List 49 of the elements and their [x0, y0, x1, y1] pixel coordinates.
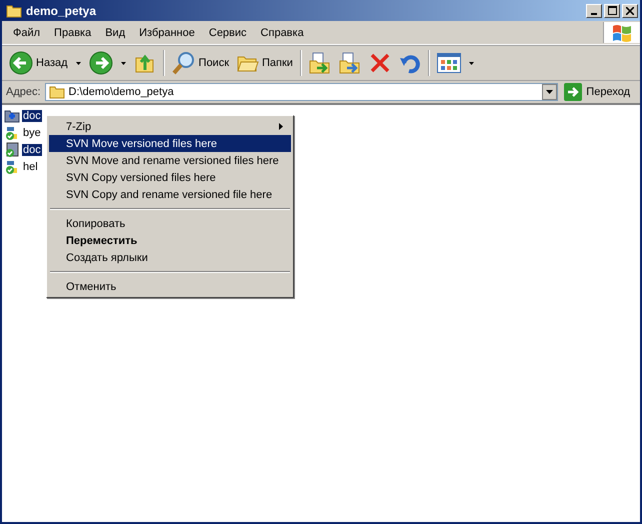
address-field[interactable]: D:\demo\demo_petya — [44, 83, 558, 101]
menu-item[interactable]: SVN Move versioned files here — [49, 135, 291, 152]
menu-item[interactable]: Создать ярлыки — [49, 249, 291, 266]
menu-item[interactable]: Копировать — [49, 215, 291, 232]
search-icon — [172, 51, 196, 75]
caret-icon — [120, 62, 126, 64]
menu-item[interactable]: Вид — [98, 26, 132, 38]
undo-icon — [398, 52, 421, 74]
caret-icon — [468, 62, 474, 64]
submenu-arrow-icon — [279, 123, 283, 130]
caret-icon — [76, 62, 81, 64]
close-button[interactable] — [622, 4, 638, 18]
close-icon — [626, 6, 634, 14]
copy-to-icon — [338, 52, 361, 74]
menu-item[interactable]: Справка — [254, 26, 311, 38]
minimize-icon — [591, 12, 597, 14]
go-button[interactable]: Переход — [562, 83, 636, 101]
maximize-button[interactable] — [604, 4, 620, 18]
window-title: demo_petya — [26, 4, 96, 18]
menu-item[interactable]: Файл — [6, 26, 48, 38]
search-button[interactable]: Поиск — [168, 48, 232, 78]
file-name[interactable]: hel — [22, 160, 39, 172]
minimize-button[interactable] — [586, 4, 602, 18]
menu-item[interactable]: SVN Copy versioned files here — [49, 169, 291, 186]
delete-icon — [368, 52, 391, 74]
file-name[interactable]: bye — [22, 126, 42, 138]
folder-icon — [4, 108, 20, 122]
menu-item[interactable]: SVN Copy and rename versioned file here — [49, 186, 291, 203]
menu-item[interactable]: Правка — [47, 26, 98, 38]
address-label: Адрес: — [6, 86, 41, 98]
views-icon — [436, 53, 461, 73]
back-button[interactable]: Назад — [6, 48, 71, 78]
menu-item[interactable]: Отменить — [49, 278, 291, 295]
menu-item[interactable]: Сервис — [202, 26, 254, 38]
file-name[interactable]: doc — [22, 110, 42, 122]
menu-item[interactable]: Переместить — [49, 232, 291, 249]
folder-icon — [48, 85, 65, 99]
dropdown-button[interactable] — [542, 84, 558, 100]
folder-icon — [6, 4, 22, 18]
caret-icon — [546, 90, 554, 94]
move-to-icon — [308, 52, 331, 74]
folders-button[interactable]: Папки — [234, 48, 296, 78]
menu-item[interactable]: 7-Zip — [49, 118, 291, 135]
address-text: D:\demo\demo_petya — [68, 86, 174, 98]
maximize-icon — [608, 6, 616, 15]
file-name[interactable]: doc — [22, 144, 42, 156]
menu-item[interactable]: Избранное — [132, 26, 202, 38]
menu-item[interactable]: SVN Move and rename versioned files here — [49, 152, 291, 169]
folder-up-icon — [134, 52, 156, 74]
